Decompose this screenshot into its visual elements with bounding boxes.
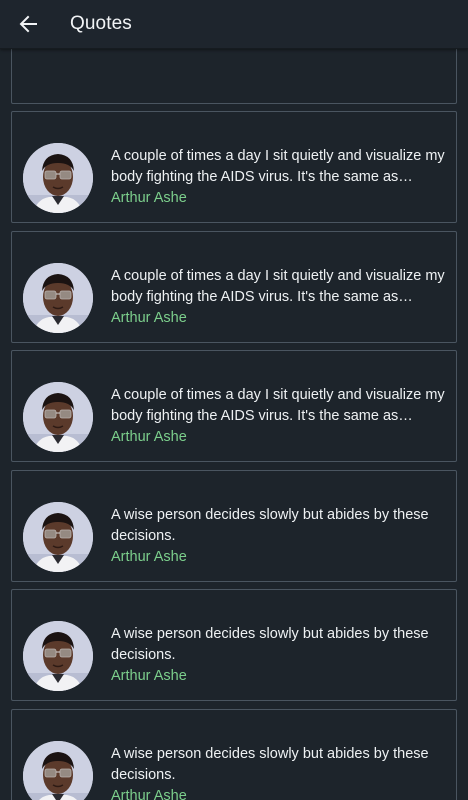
- quote-text: A wise person decides slowly but abides …: [111, 507, 429, 544]
- quote-card[interactable]: A couple of times a day I sit quietly an…: [11, 111, 457, 223]
- quote-body: A wise person decides slowly but abides …: [111, 505, 447, 568]
- quote-card[interactable]: A couple of times a day I sit quietly an…: [11, 231, 457, 343]
- quote-text: A wise person decides slowly but abides …: [111, 746, 429, 783]
- author-avatar: [23, 621, 93, 691]
- quote-body: A wise person decides slowly but abides …: [111, 744, 447, 800]
- quote-text: A wise person decides slowly but abides …: [111, 626, 429, 663]
- author-avatar: [23, 382, 93, 452]
- author-avatar: [23, 143, 93, 213]
- author-avatar: [23, 263, 93, 333]
- quote-card[interactable]: A wise person decides slowly but abides …: [11, 470, 457, 582]
- quote-card[interactable]: A couple of times a day I sit quietly an…: [11, 350, 457, 462]
- arrow-left-icon: [19, 15, 37, 33]
- quote-card[interactable]: A wise person decides slowly but abides …: [11, 589, 457, 701]
- quote-text: A couple of times a day I sit quietly an…: [111, 148, 445, 185]
- quote-body: A couple of times a day I sit quietly an…: [111, 266, 447, 329]
- quote-list[interactable]: A couple of times a day I sit quietly an…: [0, 48, 468, 800]
- quote-body: A wise person decides slowly but abides …: [111, 624, 447, 687]
- app-bar: Quotes: [0, 0, 468, 49]
- quote-card-partial[interactable]: [11, 48, 457, 104]
- back-button[interactable]: [18, 14, 38, 34]
- author-avatar: [23, 502, 93, 572]
- quote-author[interactable]: Arthur Ashe: [111, 547, 447, 568]
- quote-author[interactable]: Arthur Ashe: [111, 786, 447, 800]
- quote-author[interactable]: Arthur Ashe: [111, 188, 447, 209]
- quote-body: A couple of times a day I sit quietly an…: [111, 146, 447, 209]
- quote-author[interactable]: Arthur Ashe: [111, 427, 447, 448]
- quote-author[interactable]: Arthur Ashe: [111, 666, 447, 687]
- quote-author[interactable]: Arthur Ashe: [111, 308, 447, 329]
- quote-card[interactable]: A wise person decides slowly but abides …: [11, 709, 457, 800]
- quote-text: A couple of times a day I sit quietly an…: [111, 387, 445, 424]
- quote-body: A couple of times a day I sit quietly an…: [111, 385, 447, 448]
- quote-text: A couple of times a day I sit quietly an…: [111, 268, 445, 305]
- page-title: Quotes: [70, 13, 132, 34]
- author-avatar: [23, 741, 93, 800]
